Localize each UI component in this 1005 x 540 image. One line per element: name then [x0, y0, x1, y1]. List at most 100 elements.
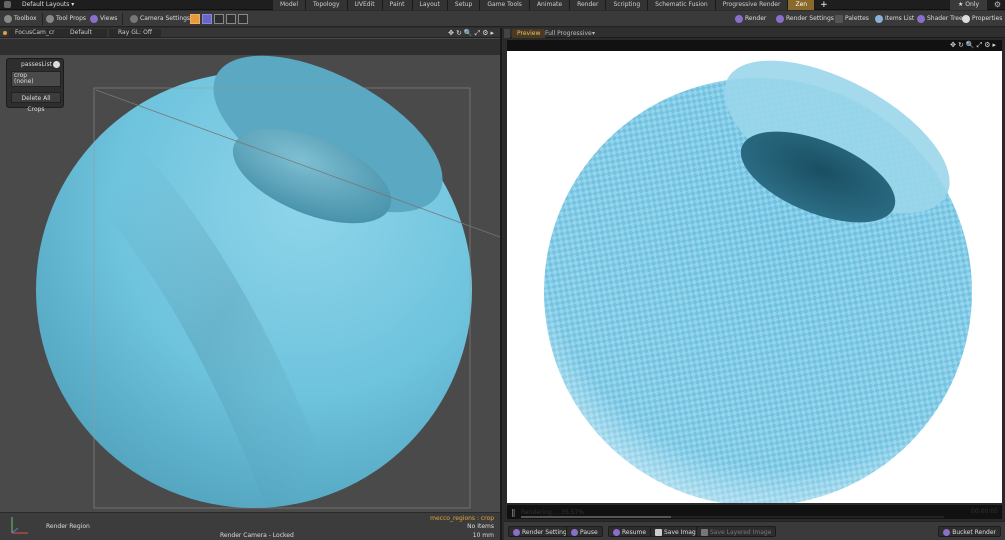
preview-tabs: Preview Full Progressive ▾ — [504, 28, 1005, 38]
views-label: Views — [100, 15, 118, 22]
viewport-header: FocusCam_cr… Default Ray GL: Off ✥↻🔍⤢⚙▸ — [0, 28, 500, 38]
tab-scripting[interactable]: Scripting — [606, 0, 649, 10]
save-image-label: Save Image — [664, 529, 700, 536]
shader-tree-icon — [917, 14, 925, 23]
tab-topology[interactable]: Topology — [306, 0, 348, 10]
progress-track — [521, 516, 944, 518]
shader-tree-button[interactable]: Shader Tree — [917, 14, 963, 24]
gear-icon[interactable]: ⚙ — [994, 0, 1001, 10]
bucket-render-icon — [943, 529, 951, 536]
render-region-label: Render Region — [46, 523, 90, 530]
axis-gizmo-icon — [11, 517, 28, 534]
items-list-label: Items List — [885, 15, 915, 22]
passes-title: passesList — [21, 61, 53, 68]
camera-icon — [130, 14, 138, 23]
delete-all-crops-button[interactable]: Delete All Crops — [11, 92, 61, 113]
render-settings-label: Render Settings — [786, 15, 834, 22]
select-tool-icon[interactable] — [190, 14, 200, 24]
items-list-button[interactable]: Items List — [875, 14, 914, 24]
resume-icon — [613, 529, 620, 536]
crop-pass-field[interactable]: crop (none) — [11, 71, 61, 87]
render-settings-button[interactable]: Render Settings — [776, 14, 834, 24]
viewport-nav-controls[interactable]: ✥↻🔍⤢⚙▸ — [448, 28, 496, 38]
bucket-render-label: Bucket Render — [952, 529, 996, 536]
passes-list-popup: passesList crop (none) Delete All Crops — [6, 58, 64, 113]
tool-props-label: Tool Props — [56, 15, 87, 22]
palettes-button[interactable]: Palettes — [835, 14, 869, 24]
save-layered-image-button[interactable]: Save Layered Image — [696, 526, 777, 537]
items-readout: No Items — [467, 523, 494, 530]
regions-readout: mecco_regions : crop — [430, 515, 494, 522]
tab-animate[interactable]: Animate — [529, 0, 571, 10]
preview-control-bar: ✥↻🔍⤢⚙▸ — [507, 40, 1002, 51]
toolbox-icon — [4, 14, 12, 23]
bucket-render-button[interactable]: Bucket Render — [938, 526, 1001, 537]
tab-model[interactable]: Model — [273, 0, 307, 10]
top-menu-bar: Default Layouts ▾ Model Topology UVEdit Pai… — [0, 0, 1005, 10]
camera-settings-label: Camera Settings — [140, 15, 191, 22]
tab-setup[interactable]: Setup — [447, 0, 481, 10]
tab-render[interactable]: Render — [570, 0, 607, 10]
tabs-dropdown-icon[interactable]: ▾ — [587, 29, 600, 38]
render-time: 00:00:05 — [971, 508, 998, 515]
panel-grip-icon[interactable] — [504, 29, 510, 38]
viewport-scene — [36, 55, 500, 511]
region-tool-icon[interactable] — [202, 14, 212, 24]
3d-viewport[interactable]: FocusCam_cr… Default Ray GL: Off ✥↻🔍⤢⚙▸ … — [0, 28, 502, 540]
pause-icon[interactable]: || — [511, 508, 516, 517]
preview-panel: Preview Full Progressive ▾ ✥↻🔍⤢⚙▸ || Ren… — [504, 28, 1005, 540]
render-label: Render — [745, 15, 767, 22]
crop-tool-icon[interactable] — [226, 14, 236, 24]
shader-tree-label: Shader Tree — [927, 15, 963, 22]
tab-uvedit[interactable]: UVEdit — [347, 0, 383, 10]
layout-tabs: Model Topology UVEdit Paint Layout Setup Game … — [273, 0, 833, 10]
items-list-icon — [875, 14, 883, 23]
properties-button[interactable]: Properties — [962, 14, 1002, 24]
render-button[interactable]: Render — [735, 14, 766, 24]
rendered-sphere — [544, 60, 972, 503]
tab-layout[interactable]: Layout — [412, 0, 448, 10]
save-layered-icon — [701, 529, 708, 536]
tab-zen[interactable]: Zen — [788, 0, 816, 10]
render-settings-footer-label: Render Settings — [522, 529, 570, 536]
toolbox-label: Toolbox — [14, 15, 37, 22]
app-menu-icon[interactable] — [4, 1, 11, 8]
render-status: Rendering ... 35.57% — [521, 509, 585, 516]
render-settings-footer-button[interactable]: Render Settings — [508, 526, 575, 537]
style-selector[interactable]: Default — [55, 29, 107, 37]
tab-schematic-fusion[interactable]: Schematic Fusion — [648, 0, 716, 10]
viewport-status-dot-icon — [3, 31, 7, 35]
grid-size-readout: 10 mm — [472, 532, 494, 539]
pause-button[interactable]: Pause — [566, 526, 603, 537]
properties-label: Properties — [972, 15, 1003, 22]
pause-button-icon — [571, 529, 578, 536]
layouts-dropdown[interactable]: Default Layouts ▾ — [22, 1, 74, 8]
views-button[interactable]: Views — [90, 14, 117, 24]
tab-game-tools[interactable]: Game Tools — [480, 0, 530, 10]
tab-progressive-render[interactable]: Progressive Render — [715, 0, 789, 10]
toolbox-button[interactable]: Toolbox — [4, 14, 37, 24]
resume-button[interactable]: Resume — [608, 526, 652, 537]
preview-footer: Render Settings Pause Resume Save Image … — [504, 521, 1005, 540]
viewport-status: Render Camera - Locked — [220, 532, 294, 539]
tool-props-icon — [46, 14, 54, 23]
views-icon — [90, 14, 98, 23]
frame-tool-icon[interactable] — [214, 14, 224, 24]
add-tab-icon[interactable]: + — [815, 0, 833, 10]
list-tool-icon[interactable] — [238, 14, 248, 24]
save-layered-label: Save Layered Image — [710, 529, 772, 536]
viewport-sub-bar — [0, 39, 500, 55]
resume-label: Resume — [622, 529, 647, 536]
render-icon — [735, 14, 743, 23]
shading-selector[interactable]: Ray GL: Off — [109, 29, 161, 37]
camera-settings-button[interactable]: Camera Settings — [130, 14, 190, 24]
main-toolbar: Toolbox Tool Props Views Camera Settings… — [0, 11, 1005, 27]
tool-props-button[interactable]: Tool Props — [46, 14, 86, 24]
preview-nav-controls[interactable]: ✥↻🔍⤢⚙▸ — [950, 40, 998, 51]
tab-paint[interactable]: Paint — [382, 0, 413, 10]
render-preview-image[interactable] — [507, 51, 1002, 503]
crop-value: (none) — [14, 78, 34, 85]
close-icon[interactable] — [53, 61, 60, 68]
palettes-label: Palettes — [845, 15, 869, 22]
only-button[interactable]: ★ Only — [949, 0, 987, 10]
